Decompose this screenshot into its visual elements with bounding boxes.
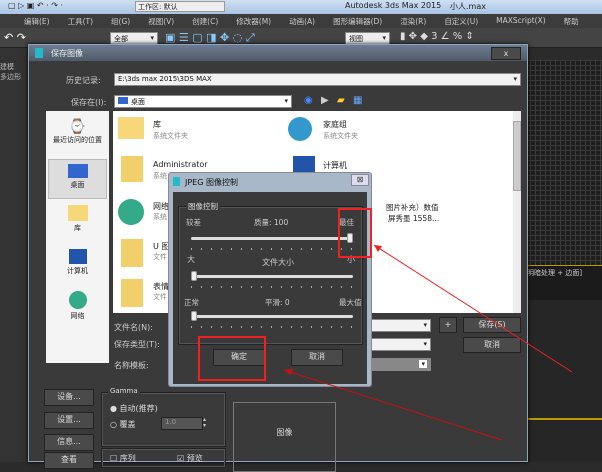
- annotation-arrow-line: [283, 369, 503, 441]
- arrow-head-icon: [284, 369, 293, 375]
- annotation-arrows: [283, 244, 573, 441]
- arrow-head-icon: [374, 245, 382, 252]
- annotation-arrow-line: [373, 244, 573, 373]
